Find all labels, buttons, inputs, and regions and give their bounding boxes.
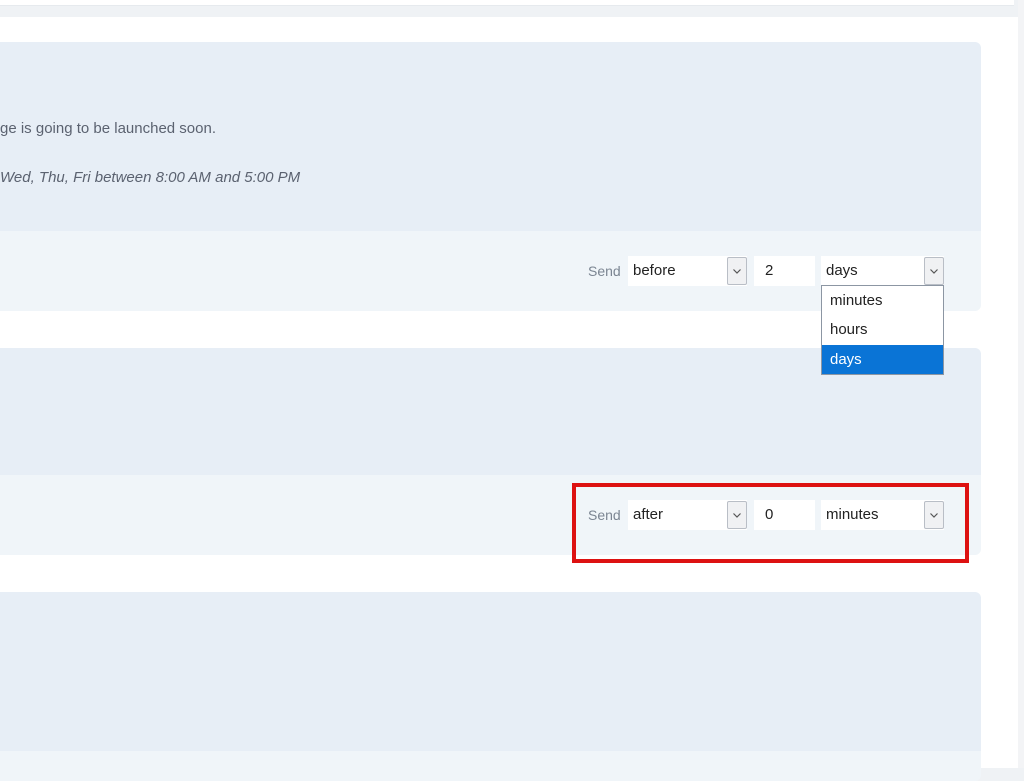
- message-text: ge is going to be launched soon.: [0, 120, 216, 137]
- dropdown-option-minutes[interactable]: minutes: [822, 286, 943, 315]
- send-direction-value: before: [633, 262, 676, 279]
- schedule-text: Wed, Thu, Fri between 8:00 AM and 5:00 P…: [0, 169, 301, 186]
- top-card-strip: [0, 0, 1014, 6]
- highlight-annotation: [572, 483, 969, 563]
- chevron-down-icon[interactable]: [727, 257, 747, 285]
- message-card-3: [0, 592, 981, 781]
- message-card-footer: [0, 751, 981, 781]
- send-amount-input[interactable]: 2: [754, 256, 815, 286]
- dropdown-option-days[interactable]: days: [822, 344, 943, 374]
- send-direction-select[interactable]: before: [628, 256, 747, 286]
- chevron-down-icon[interactable]: [924, 257, 944, 285]
- dropdown-option-hours[interactable]: hours: [822, 315, 943, 344]
- message-card-1: ge is going to be launched soon. Wed, Th…: [0, 42, 981, 311]
- message-card-header: [0, 592, 981, 751]
- send-unit-value: days: [826, 262, 858, 279]
- unit-dropdown-list: minutes hours days: [821, 285, 944, 375]
- send-amount-value: 2: [765, 262, 774, 279]
- send-unit-select[interactable]: days: [821, 256, 944, 286]
- message-card-header: ge is going to be launched soon. Wed, Th…: [0, 42, 981, 231]
- scrollbar-track[interactable]: [1018, 0, 1024, 768]
- send-label: Send: [588, 263, 621, 279]
